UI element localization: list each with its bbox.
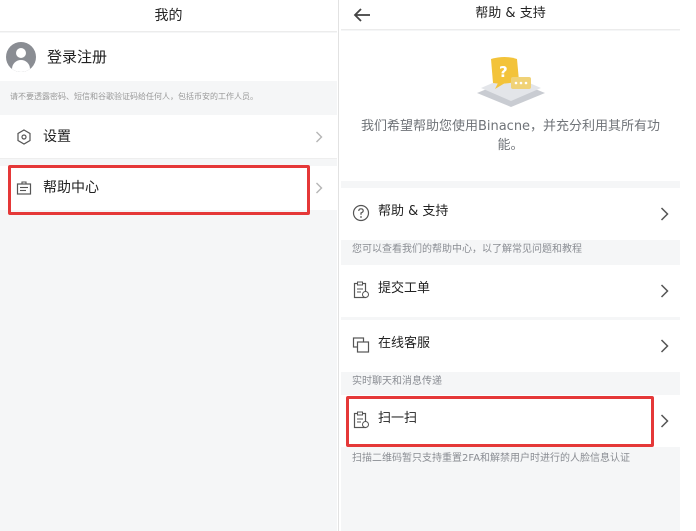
page-title: 我的: [154, 8, 183, 24]
settings-label: 设置: [43, 129, 71, 145]
security-notice: 请不要透露密码、短信和谷歌验证码给任何人，包括币安的工作人员。: [10, 92, 258, 101]
chevron-right-icon: [316, 131, 323, 143]
help-hero: ? 我们希望帮助您使用Binacne，并充分利用其所有功能。: [341, 31, 680, 181]
scan-icon: [353, 411, 369, 429]
scan-label: 扫一扫: [378, 411, 418, 426]
help-center-menu-item[interactable]: 帮助中心: [0, 166, 337, 210]
login-register-row[interactable]: 登录注册: [0, 33, 337, 81]
question-circle-icon: [352, 204, 370, 222]
submit-ticket-item[interactable]: 提交工单: [341, 265, 680, 317]
submit-ticket-label: 提交工单: [378, 281, 431, 296]
settings-menu-item[interactable]: 设置: [0, 115, 337, 159]
help-support-caption: 您可以查看我们的帮助中心，以了解常见问题和教程: [352, 244, 582, 255]
chevron-right-icon: [660, 284, 669, 298]
login-register-label: 登录注册: [47, 48, 108, 66]
scan-item[interactable]: 扫一扫: [341, 395, 680, 447]
hero-description: 我们希望帮助您使用Binacne，并充分利用其所有功能。: [360, 119, 661, 153]
chevron-right-icon: [660, 414, 669, 428]
help-illustration-icon: ?: [477, 57, 545, 107]
chevron-right-icon: [660, 339, 669, 353]
scan-caption: 扫描二维码暂只支持重置2FA和解禁用户时进行的人脸信息认证: [352, 453, 631, 464]
page-title: 帮助 & 支持: [475, 6, 546, 21]
online-service-caption: 实时聊天和消息传递: [352, 376, 442, 387]
ticket-icon: [353, 281, 369, 299]
help-support-item[interactable]: 帮助 & 支持: [341, 188, 680, 240]
chevron-right-icon: [316, 182, 323, 194]
avatar-icon: [6, 42, 36, 72]
chevron-right-icon: [660, 207, 669, 221]
profile-screen: 我的 登录注册 请不要透露密码、短信和谷歌验证码给任何人，包括币安的工作人员。 …: [0, 0, 337, 531]
help-center-icon: [16, 181, 32, 195]
help-center-label: 帮助中心: [43, 180, 99, 196]
help-support-label: 帮助 & 支持: [378, 204, 449, 219]
settings-hex-icon: [17, 129, 31, 145]
online-service-item[interactable]: 在线客服: [341, 320, 680, 372]
help-support-header: 帮助 & 支持: [341, 0, 680, 30]
profile-header: 我的: [0, 0, 337, 32]
chat-icon: [352, 337, 370, 353]
help-support-screen: 帮助 & 支持 ? 我们希望帮助您使用Binacne，并充分利用其所有功能。 帮…: [341, 0, 680, 531]
online-service-label: 在线客服: [378, 336, 431, 351]
svg-text:?: ?: [499, 63, 508, 81]
